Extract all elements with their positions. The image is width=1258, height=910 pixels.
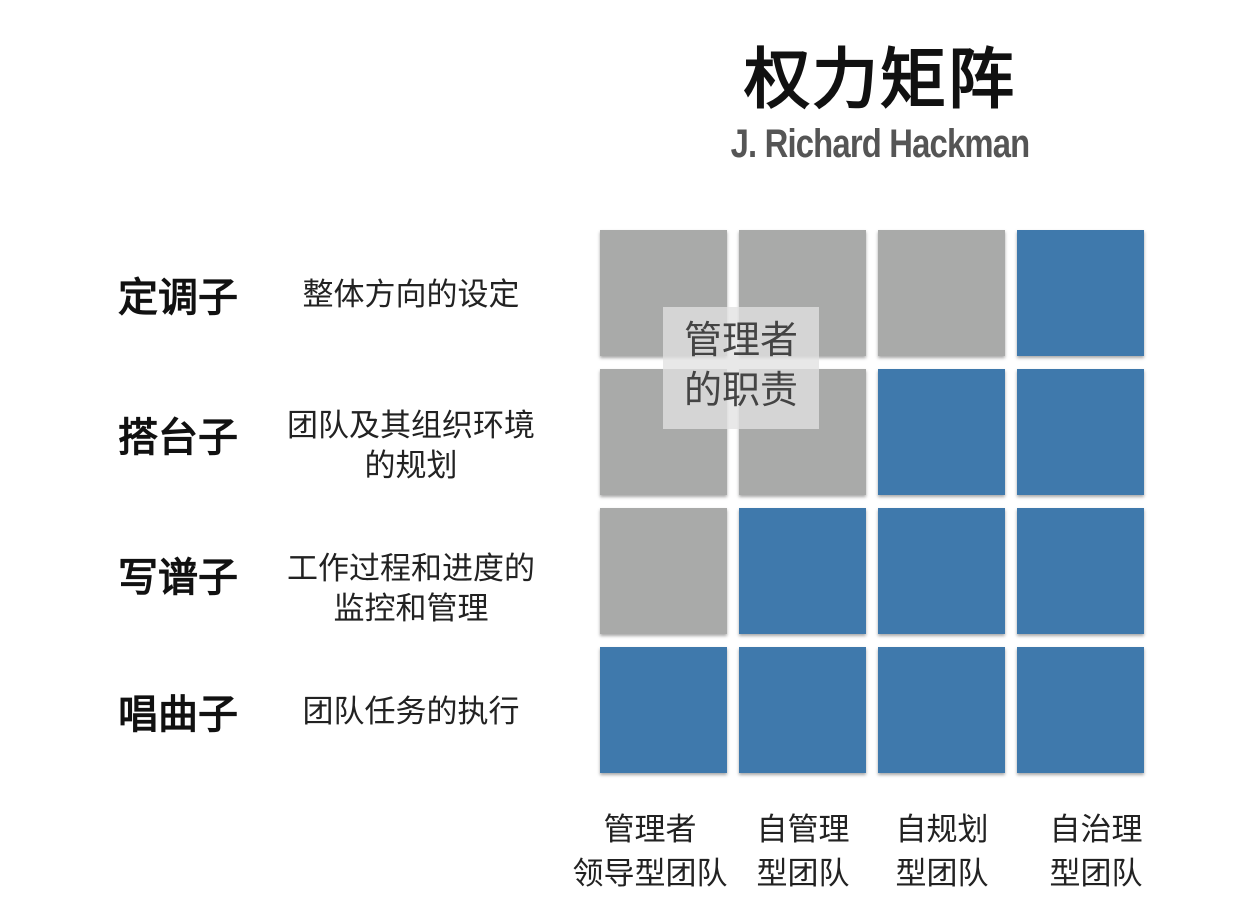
matrix-cell-team <box>739 647 866 773</box>
matrix-cell-team <box>1017 369 1144 495</box>
matrix-cell-team <box>1017 230 1144 356</box>
row-desc-line: 整体方向的设定 <box>302 277 520 313</box>
column-label-line: 自规划 <box>895 812 989 848</box>
matrix-cell-team <box>1017 647 1144 773</box>
row-desc-monitoring: 工作过程和进度的 监控和管理 <box>276 549 546 629</box>
page-title: 权力矩阵 <box>744 41 1016 118</box>
row-desc-designing-team: 团队及其组织环境 的规划 <box>276 406 546 486</box>
matrix-cell-manager <box>878 230 1005 356</box>
column-label-line: 自治理 <box>1049 812 1143 848</box>
matrix-cell-team <box>600 647 727 773</box>
column-label-line: 型团队 <box>1049 856 1143 892</box>
row-label-setting-direction: 定调子 <box>118 275 238 321</box>
page-subtitle: J. Richard Hackman <box>730 122 1031 166</box>
column-label-line: 管理者 <box>603 812 697 848</box>
manager-responsibility-label: 管理者 的职责 <box>663 307 819 429</box>
matrix-cell-team <box>878 508 1005 634</box>
column-label-self-designing: 自规划 型团队 <box>857 808 1027 896</box>
row-label-executing: 唱曲子 <box>118 692 238 738</box>
matrix-cell-manager <box>600 508 727 634</box>
matrix-cell-team <box>878 369 1005 495</box>
column-label-manager-led: 管理者 领导型团队 <box>565 808 735 896</box>
overlay-line: 的职责 <box>683 368 798 412</box>
matrix-cell-team <box>878 647 1005 773</box>
row-label-monitoring: 写谱子 <box>118 555 238 601</box>
row-label-designing-team: 搭台子 <box>118 415 238 461</box>
overlay-line: 管理者 <box>683 318 798 362</box>
row-desc-line: 监控和管理 <box>333 591 489 627</box>
row-desc-setting-direction: 整体方向的设定 <box>276 275 546 315</box>
column-label-self-governing: 自治理 型团队 <box>1011 808 1181 896</box>
column-label-line: 领导型团队 <box>572 856 728 892</box>
row-desc-line: 团队任务的执行 <box>302 694 520 730</box>
row-desc-executing: 团队任务的执行 <box>276 692 546 732</box>
row-desc-line: 团队及其组织环境 <box>287 408 535 444</box>
matrix-cell-team <box>739 508 866 634</box>
row-desc-line: 的规划 <box>364 448 458 484</box>
matrix-cell-team <box>1017 508 1144 634</box>
column-label-line: 型团队 <box>895 856 989 892</box>
row-desc-line: 工作过程和进度的 <box>287 551 535 587</box>
